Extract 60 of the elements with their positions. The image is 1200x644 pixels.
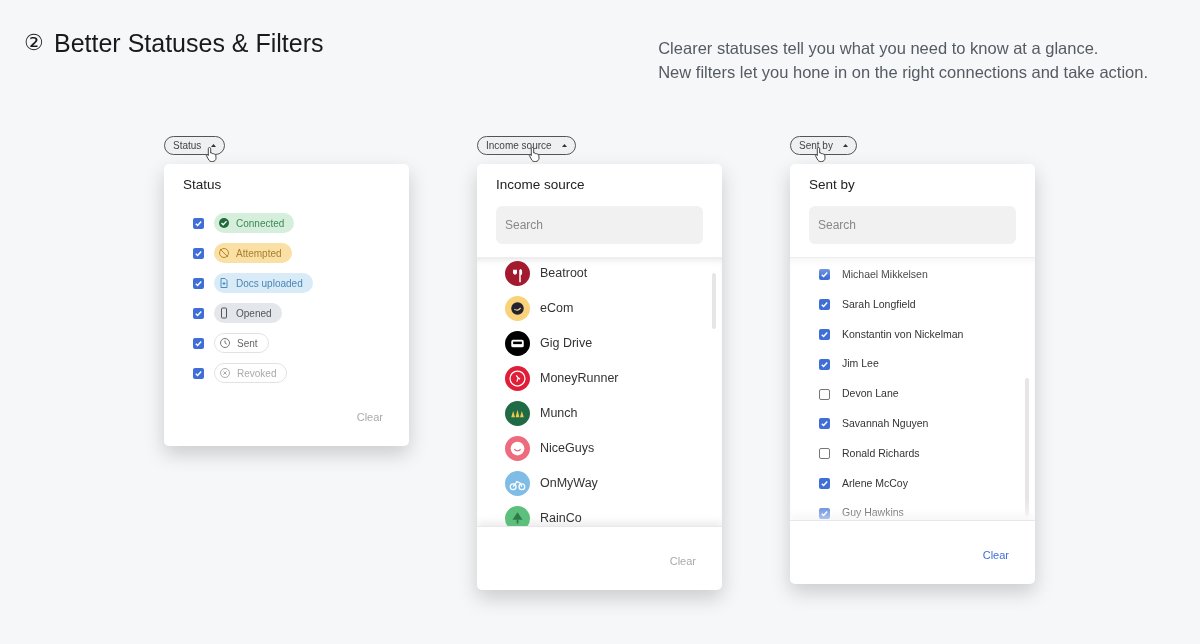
status-tag: Revoked <box>214 363 288 383</box>
panel-title: Income source <box>496 177 586 193</box>
checkbox[interactable] <box>819 269 830 281</box>
checkbox[interactable] <box>819 477 830 489</box>
status-tag: Opened <box>214 303 282 323</box>
search-field[interactable]: Search <box>809 206 1016 244</box>
checkbox[interactable] <box>193 307 204 319</box>
x-circle-icon <box>219 367 231 379</box>
list-item[interactable]: Beatroot <box>540 263 588 283</box>
checkbox[interactable] <box>193 277 204 289</box>
checkbox[interactable] <box>193 337 204 349</box>
person-name[interactable]: Devon Lane <box>842 386 899 402</box>
checkbox[interactable] <box>819 507 830 519</box>
person-name[interactable]: Ronald Richards <box>842 445 920 462</box>
step-number: ② <box>24 32 44 54</box>
pointer-cursor-icon <box>205 146 219 162</box>
filter-chip[interactable]: Income source <box>477 136 576 155</box>
check-circle-icon <box>218 217 230 229</box>
list-item[interactable]: MoneyRunner <box>540 368 619 388</box>
crossed-circle-icon <box>218 247 230 259</box>
list-item[interactable]: OnMyWay <box>540 473 598 493</box>
clear-button[interactable]: Clear <box>982 547 1009 564</box>
checkbox[interactable] <box>819 358 830 370</box>
person-name[interactable]: Michael Mikkelsen <box>842 267 928 283</box>
panel-title: Sent by <box>809 177 856 193</box>
status-tag: Attempted <box>214 243 292 263</box>
slide-title: Better Statuses & Filters <box>54 30 324 56</box>
list-item[interactable]: Gig Drive <box>540 333 593 353</box>
caret-up-icon <box>561 144 567 147</box>
checkbox[interactable] <box>193 367 204 379</box>
description-text: New filters let you hone in on the right connections and take action. <box>658 62 1148 83</box>
checkbox[interactable] <box>819 388 830 400</box>
checkbox[interactable] <box>193 247 204 259</box>
checkbox[interactable] <box>819 418 830 430</box>
status-tag: Sent <box>214 333 269 353</box>
checkbox[interactable] <box>819 448 830 460</box>
person-name[interactable]: Arlene McCoy <box>842 475 908 492</box>
status-tag: Docs uploaded <box>214 273 313 293</box>
caret-up-icon <box>842 144 848 147</box>
person-name[interactable]: Sarah Longfield <box>842 296 916 313</box>
person-name[interactable]: Guy Hawkins <box>842 505 904 520</box>
person-name[interactable]: Savannah Nguyen <box>842 416 929 432</box>
search-field[interactable]: Search <box>496 206 703 244</box>
list-item[interactable]: RainCo <box>540 508 582 526</box>
description-text: Clearer statuses tell you what you need to know at a glance. <box>658 38 1100 59</box>
list-item[interactable]: NiceGuys <box>540 438 595 458</box>
status-tag: Connected <box>214 213 295 233</box>
filter-chip[interactable]: Status <box>164 136 226 155</box>
checkbox[interactable] <box>819 299 830 311</box>
person-name[interactable]: Jim Lee <box>842 356 879 373</box>
document-icon <box>218 277 230 289</box>
phone-icon <box>218 307 230 319</box>
filter-chip[interactable]: Sent by <box>790 136 857 155</box>
checkbox[interactable] <box>819 329 830 340</box>
list-item[interactable]: eCom <box>540 298 574 318</box>
list-item[interactable]: Munch <box>540 403 578 423</box>
panel-title: Status <box>183 177 223 193</box>
person-name[interactable]: Konstantin von Nickelman <box>842 326 964 343</box>
checkbox[interactable] <box>193 217 204 229</box>
clock-icon <box>219 337 231 349</box>
